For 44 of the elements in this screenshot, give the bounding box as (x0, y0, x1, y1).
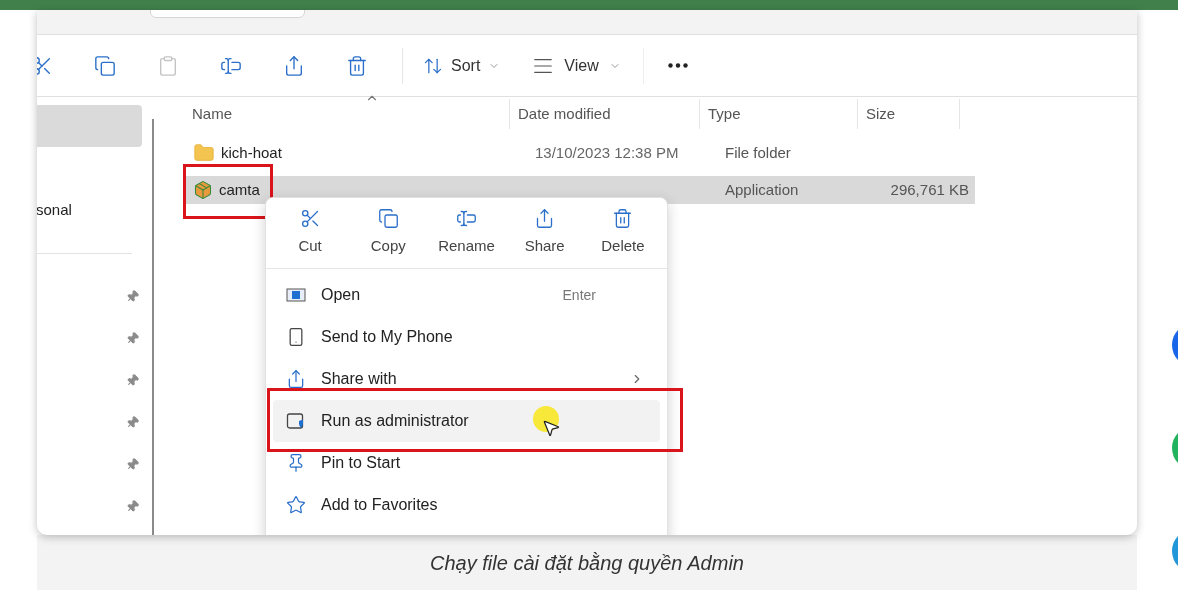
file-name: kich-hoat (221, 142, 282, 163)
menu-item-label: Pin to Start (321, 453, 401, 473)
menu-item[interactable]: Send to My Phone (273, 316, 660, 358)
menu-item-label: Add to Favorites (321, 495, 438, 515)
menu-item-label: Run as administrator (321, 411, 469, 431)
trash-icon (612, 208, 634, 230)
share-icon (283, 54, 305, 77)
shortcut-label: Enter (562, 285, 596, 305)
menu-item[interactable]: Add to Favorites (273, 484, 660, 526)
more-icon (667, 63, 688, 68)
star-icon (286, 495, 306, 515)
type-cell: Application (725, 180, 799, 198)
column-header[interactable]: Name (167, 99, 509, 129)
column-header[interactable]: Size (857, 99, 960, 129)
share-icon (286, 369, 306, 389)
menu-item[interactable]: Share with (273, 358, 660, 400)
column-header[interactable]: Type (699, 99, 857, 129)
copy-icon (94, 54, 116, 77)
cut-icon (37, 54, 53, 77)
copy-icon (377, 208, 399, 230)
window-icon (286, 285, 306, 305)
trash-icon (346, 54, 368, 77)
image-caption: Chạy file cài đặt bằng quyền Admin (430, 550, 744, 576)
type-cell: File folder (725, 143, 791, 161)
column-header[interactable]: Date modified (509, 99, 699, 129)
mouse-pointer-icon (541, 418, 561, 438)
date-cell: 13/10/2023 12:38 PM (535, 143, 679, 161)
shield-window-icon (286, 411, 306, 431)
folder-icon (193, 142, 215, 164)
installer-icon (193, 180, 213, 200)
sort-button[interactable]: Sort (415, 47, 509, 84)
file-row[interactable]: kich-hoat 13/10/2023 12:38 PM File folder (185, 139, 975, 167)
file-name: camta (219, 179, 260, 200)
size-cell: 296,761 KB (890, 180, 969, 198)
view-button[interactable]: View (524, 47, 629, 84)
menu-item[interactable]: Open Enter (273, 274, 660, 316)
cut-icon (299, 208, 321, 230)
menu-item-label: Send to My Phone (321, 327, 453, 347)
clipboard-icon (157, 54, 179, 77)
nav-item[interactable]: sonal (37, 198, 72, 222)
menu-item[interactable]: Run as administrator (273, 400, 660, 442)
menu-item-label: Open (321, 285, 361, 305)
menu-item[interactable]: Pin to Start (273, 442, 660, 484)
menu-item-label: Share with (321, 369, 397, 389)
